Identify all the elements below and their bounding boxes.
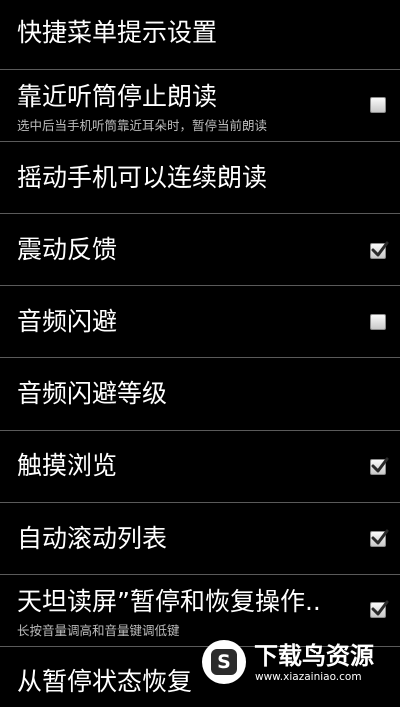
setting-row-vibration-feedback[interactable]: 震动反馈 — [0, 214, 400, 286]
checkbox-checked[interactable] — [370, 529, 389, 547]
setting-title: 自动滚动列表 — [17, 524, 168, 553]
setting-summary: 选中后当手机听筒靠近耳朵时，暂停当前朗读 — [17, 118, 268, 133]
checkmark-icon — [371, 457, 389, 473]
setting-title: 震动反馈 — [17, 235, 118, 264]
setting-title: 从暂停状态恢复 — [17, 667, 193, 696]
setting-row-auto-scroll[interactable]: 自动滚动列表 — [0, 503, 400, 575]
setting-row-proximity-stop[interactable]: 靠近听筒停止朗读 选中后当手机听筒靠近耳朵时，暂停当前朗读 — [0, 70, 400, 142]
setting-title: 音频闪避 — [17, 307, 118, 336]
setting-title: 靠近听筒停止朗读 — [17, 82, 218, 111]
setting-title: 天坦读屏”暂停和恢复操作.. — [17, 587, 321, 616]
setting-row-audio-ducking[interactable]: 音频闪避 — [0, 286, 400, 358]
checkbox-checked[interactable] — [370, 457, 389, 475]
setting-title: 快捷菜单提示设置 — [17, 18, 218, 47]
watermark-logo: S — [202, 640, 246, 684]
setting-row-touch-explore[interactable]: 触摸浏览 — [0, 431, 400, 503]
checkmark-icon — [371, 529, 389, 545]
setting-title: 摇动手机可以连续朗读 — [17, 163, 268, 192]
setting-summary: 长按音量调高和音量键调低键 — [17, 623, 180, 638]
watermark-logo-glyph: S — [211, 649, 237, 675]
setting-row-pause-resume[interactable]: 天坦读屏”暂停和恢复操作.. 长按音量调高和音量键调低键 — [0, 575, 400, 647]
watermark-title: 下载鸟资源 — [254, 642, 374, 670]
watermark-url: www.xiazainiao.com — [255, 671, 362, 683]
setting-row-shake-continuous[interactable]: 摇动手机可以连续朗读 — [0, 142, 400, 214]
checkmark-icon — [371, 600, 389, 616]
setting-row-audio-ducking-level[interactable]: 音频闪避等级 — [0, 358, 400, 431]
checkbox-unchecked[interactable] — [370, 97, 386, 113]
setting-row-quick-menu-hint[interactable]: 快捷菜单提示设置 — [0, 0, 400, 70]
checkbox-checked[interactable] — [370, 600, 389, 618]
site-watermark: S 下载鸟资源 www.xiazainiao.com — [200, 640, 400, 687]
checkbox-unchecked[interactable] — [370, 314, 386, 330]
checkmark-icon — [371, 241, 389, 257]
checkbox-checked[interactable] — [370, 241, 389, 259]
setting-title: 音频闪避等级 — [17, 379, 168, 408]
settings-list: 快捷菜单提示设置 靠近听筒停止朗读 选中后当手机听筒靠近耳朵时，暂停当前朗读 摇… — [0, 0, 400, 707]
setting-title: 触摸浏览 — [17, 451, 118, 480]
